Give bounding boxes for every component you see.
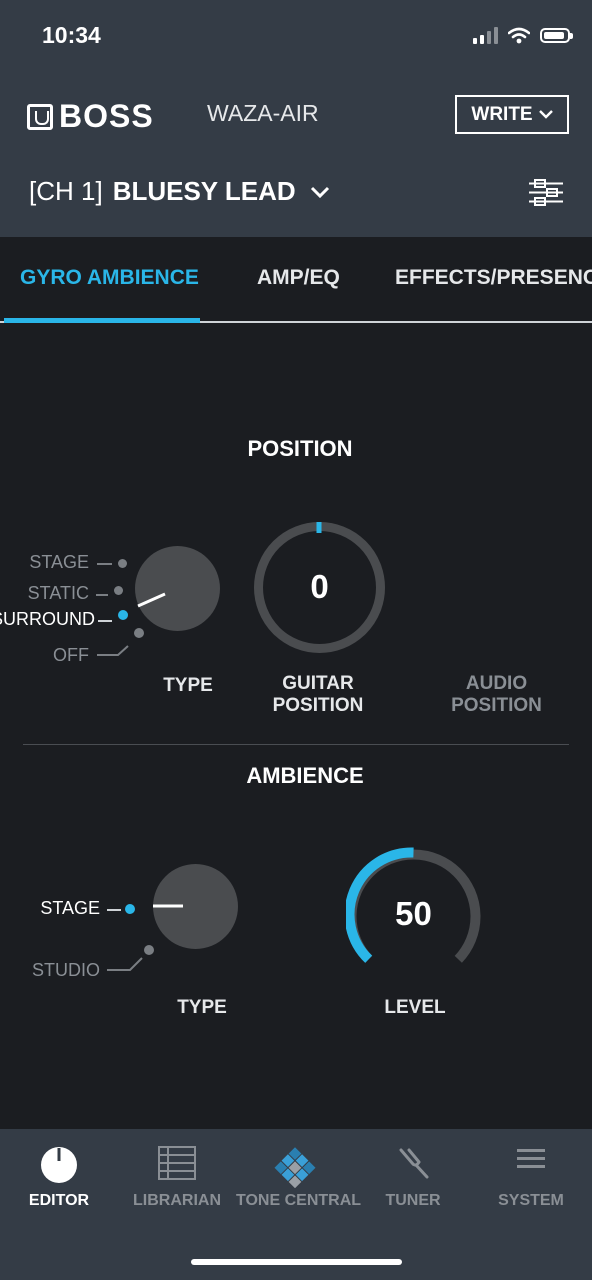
tick <box>97 563 112 565</box>
nav-label: TUNER <box>385 1192 441 1209</box>
nav-label: SYSTEM <box>498 1192 564 1209</box>
option-dot-selected <box>118 610 128 620</box>
level-label: LEVEL <box>384 997 446 1018</box>
guitar-position-label-line1: GUITAR <box>282 673 354 694</box>
tick <box>107 909 121 911</box>
wifi-icon <box>508 27 530 43</box>
nav-label: EDITOR <box>28 1192 90 1209</box>
editor-knob-icon <box>0 1146 118 1186</box>
guitar-position-value: 0 <box>310 568 329 605</box>
option-stage[interactable]: STAGE <box>40 898 100 919</box>
option-surround[interactable]: SURROUND <box>0 609 95 630</box>
battery-icon <box>540 27 573 43</box>
guitar-position-label-line2: POSITION <box>272 695 364 716</box>
position-title: POSITION <box>247 436 353 461</box>
home-indicator[interactable] <box>191 1259 402 1265</box>
guitar-position-label: GUITAR POSITION <box>250 673 386 717</box>
option-stage[interactable]: STAGE <box>29 552 89 573</box>
ambience-type-label: TYPE <box>177 997 227 1018</box>
tab-amp-eq[interactable]: AMP/EQ <box>257 266 340 290</box>
knob-pointer <box>137 592 166 608</box>
tab-bar: GYRO AMBIENCE AMP/EQ EFFECTS/PRESENCE <box>0 237 592 324</box>
position-type-label: TYPE <box>163 675 213 696</box>
tick <box>107 957 143 971</box>
menu-icon <box>472 1146 590 1186</box>
cellular-signal-icon <box>473 26 498 44</box>
option-static[interactable]: STATIC <box>28 583 89 604</box>
section-divider <box>23 744 569 745</box>
option-dot <box>114 586 123 595</box>
brand-text: BOSS <box>59 98 154 134</box>
ambience-title: AMBIENCE <box>246 763 364 788</box>
patch-name: BLUESY LEAD <box>112 176 296 206</box>
chevron-down-icon <box>538 110 553 119</box>
option-studio[interactable]: STUDIO <box>32 960 100 981</box>
audio-position-label-line1: AUDIO <box>465 673 528 694</box>
write-button[interactable]: WRITE <box>455 95 569 134</box>
write-label: WRITE <box>471 103 533 125</box>
nav-label: LIBRARIAN <box>133 1192 221 1209</box>
patch-settings-icon[interactable] <box>528 178 564 208</box>
tick <box>96 594 108 596</box>
tab-effects-presence[interactable]: EFFECTS/PRESENCE <box>395 266 592 290</box>
nav-label: TONE CENTRAL <box>236 1192 362 1209</box>
tick <box>98 620 112 622</box>
app-header: 10:34 BOSS WAZA-AIR WRITE [CH 1] BLUESY … <box>0 0 592 237</box>
boss-logo: BOSS <box>27 98 154 135</box>
option-dot <box>118 559 127 568</box>
patch-channel: [CH 1] <box>29 176 103 206</box>
model-name: WAZA-AIR <box>207 100 319 126</box>
level-value: 50 <box>395 895 432 932</box>
status-time: 10:34 <box>42 22 101 48</box>
bottom-nav: EDITOR LIBRARIAN TONE CENTRAL TUNER SYST… <box>0 1129 592 1280</box>
librarian-list-icon <box>118 1146 236 1186</box>
patch-selector[interactable]: [CH 1] BLUESY LEAD <box>29 176 330 207</box>
boss-logo-mark <box>27 103 53 130</box>
option-off[interactable]: OFF <box>53 645 89 666</box>
knob-pointer <box>153 904 183 908</box>
status-icons <box>473 26 573 44</box>
chevron-down-icon <box>310 186 329 198</box>
audio-position-label-line2: POSITION <box>451 695 542 716</box>
tab-gyro-ambience[interactable]: GYRO AMBIENCE <box>20 266 199 290</box>
tab-active-indicator <box>4 318 200 323</box>
tick <box>97 645 129 656</box>
tone-central-icon <box>236 1146 354 1188</box>
tuner-fork-icon <box>354 1146 472 1186</box>
audio-position-label: AUDIO POSITION <box>430 673 563 717</box>
option-dot-selected <box>125 904 135 914</box>
